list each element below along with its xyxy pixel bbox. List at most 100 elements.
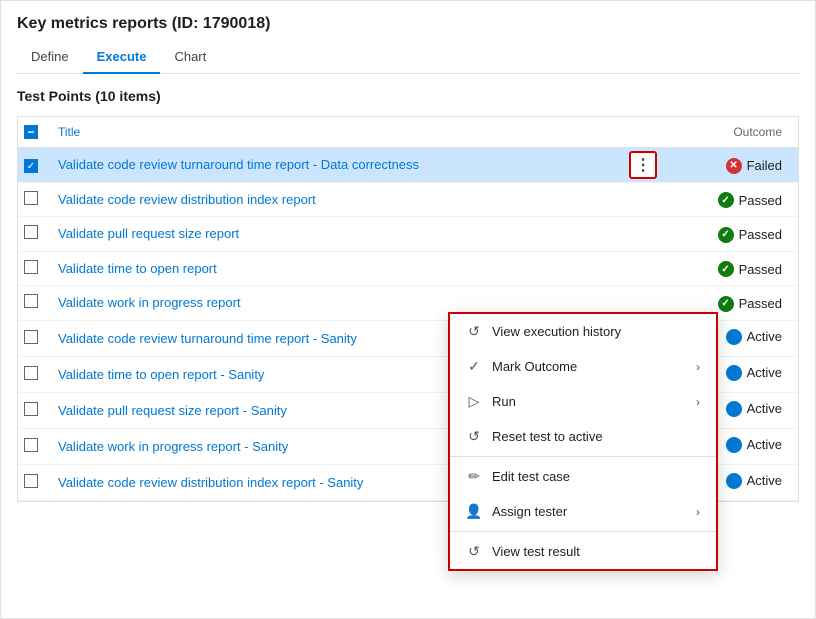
- test-points-table-wrapper: Title Outcome Validate code review turna…: [17, 116, 799, 502]
- outcome-icon: [726, 365, 742, 381]
- outcome-badge: ✓ Passed: [718, 192, 782, 208]
- row-checkbox-cell: [18, 286, 48, 321]
- menu-label-mark-outcome: Mark Outcome: [492, 359, 577, 374]
- row-checkbox[interactable]: [24, 225, 38, 239]
- menu-item-view-result[interactable]: ↺ View test result: [450, 534, 716, 569]
- row-checkbox[interactable]: [24, 330, 38, 344]
- menu-item-run[interactable]: ▷ Run ›: [450, 384, 716, 419]
- table-header-row: Title Outcome: [18, 117, 798, 148]
- row-title[interactable]: Validate pull request size report: [58, 226, 239, 241]
- row-outcome-cell: ✓ Passed: [661, 182, 798, 217]
- outcome-icon: [726, 437, 742, 453]
- row-more-cell: [625, 182, 661, 217]
- check-icon: ✓: [466, 358, 482, 375]
- history-icon: ↺: [466, 323, 482, 340]
- tab-execute[interactable]: Execute: [83, 41, 161, 74]
- row-checkbox[interactable]: [24, 474, 38, 488]
- outcome-label: Failed: [747, 158, 782, 173]
- row-title[interactable]: Validate code review distribution index …: [58, 475, 363, 490]
- menu-item-view-history[interactable]: ↺ View execution history: [450, 314, 716, 349]
- reset-icon: ↺: [466, 428, 482, 445]
- outcome-icon: ✕: [726, 158, 742, 174]
- row-checkbox[interactable]: [24, 294, 38, 308]
- menu-item-assign[interactable]: 👤 Assign tester ›: [450, 494, 716, 529]
- row-more-cell: [625, 217, 661, 252]
- row-title[interactable]: Validate time to open report - Sanity: [58, 367, 264, 382]
- row-title-cell: Validate pull request size report: [48, 217, 625, 252]
- section-title: Test Points (10 items): [17, 88, 799, 104]
- select-all-header[interactable]: [18, 117, 48, 148]
- menu-divider-2: [450, 531, 716, 532]
- outcome-icon: [726, 329, 742, 345]
- context-menu: ↺ View execution history ✓ Mark Outcome …: [448, 312, 718, 571]
- row-checkbox-cell: [18, 251, 48, 286]
- menu-label-run: Run: [492, 394, 516, 409]
- outcome-label: Active: [747, 437, 782, 452]
- outcome-label: Passed: [739, 193, 782, 208]
- outcome-icon: ✓: [718, 192, 734, 208]
- outcome-badge: Active: [726, 473, 782, 489]
- play-icon: ▷: [466, 393, 482, 410]
- row-checkbox-cell: [18, 464, 48, 500]
- row-checkbox[interactable]: [24, 438, 38, 452]
- row-checkbox-cell: [18, 428, 48, 464]
- page-header: Key metrics reports (ID: 1790018) Define…: [1, 1, 815, 74]
- outcome-label: Active: [747, 329, 782, 344]
- tab-define[interactable]: Define: [17, 41, 83, 74]
- chevron-right-assign-icon: ›: [696, 505, 700, 519]
- select-all-checkbox[interactable]: [24, 125, 38, 139]
- row-checkbox-cell: [18, 217, 48, 252]
- table-row: Validate pull request size report ✓Passed: [18, 217, 798, 252]
- page-title: Key metrics reports (ID: 1790018): [17, 15, 799, 33]
- outcome-badge: ✓Passed: [718, 227, 782, 243]
- row-title-cell: Validate code review distribution index …: [48, 182, 625, 217]
- person-icon: 👤: [466, 503, 482, 520]
- menu-label-edit: Edit test case: [492, 469, 570, 484]
- edit-icon: ✏: [466, 468, 482, 485]
- tabs: Define Execute Chart: [17, 41, 799, 74]
- row-checkbox[interactable]: [24, 402, 38, 416]
- title-column-header: Title: [48, 117, 625, 148]
- row-title[interactable]: Validate time to open report: [58, 261, 217, 276]
- menu-item-mark-outcome[interactable]: ✓ Mark Outcome ›: [450, 349, 716, 384]
- row-outcome-cell: ✓Passed: [661, 251, 798, 286]
- page-container: Key metrics reports (ID: 1790018) Define…: [1, 1, 815, 516]
- outcome-label: Passed: [739, 296, 782, 311]
- row-title[interactable]: Validate code review turnaround time rep…: [58, 157, 419, 172]
- menu-item-reset[interactable]: ↺ Reset test to active: [450, 419, 716, 454]
- row-checkbox-cell: [18, 320, 48, 356]
- table-row: Validate time to open report ✓Passed: [18, 251, 798, 286]
- outcome-icon: ✓: [718, 296, 734, 312]
- more-actions-button[interactable]: ⋮: [629, 151, 657, 179]
- menu-divider-1: [450, 456, 716, 457]
- main-content: Test Points (10 items) Title Outcome: [1, 74, 815, 516]
- row-more-cell: [625, 251, 661, 286]
- outcome-label: Passed: [739, 227, 782, 242]
- menu-label-view-history: View execution history: [492, 324, 621, 339]
- row-title[interactable]: Validate pull request size report - Sani…: [58, 403, 287, 418]
- outcome-label: Active: [747, 365, 782, 380]
- row-checkbox-cell: [18, 392, 48, 428]
- row-checkbox[interactable]: [24, 191, 38, 205]
- row-checkbox[interactable]: [24, 159, 38, 173]
- outcome-badge: Active: [726, 329, 782, 345]
- row-title[interactable]: Validate code review turnaround time rep…: [58, 331, 357, 346]
- menu-label-view-result: View test result: [492, 544, 580, 559]
- row-checkbox[interactable]: [24, 366, 38, 380]
- result-icon: ↺: [466, 543, 482, 560]
- row-title[interactable]: Validate code review distribution index …: [58, 192, 316, 207]
- tab-chart[interactable]: Chart: [160, 41, 220, 74]
- outcome-badge: ✕ Failed: [726, 158, 782, 174]
- row-checkbox[interactable]: [24, 260, 38, 274]
- outcome-icon: ✓: [718, 261, 734, 277]
- outcome-badge: ✓Passed: [718, 261, 782, 277]
- row-title[interactable]: Validate work in progress report: [58, 295, 241, 310]
- outcome-badge: Active: [726, 365, 782, 381]
- row-more-cell: ⋮: [625, 148, 661, 183]
- menu-label-assign: Assign tester: [492, 504, 567, 519]
- outcome-icon: [726, 401, 742, 417]
- row-title[interactable]: Validate work in progress report - Sanit…: [58, 439, 288, 454]
- menu-item-edit[interactable]: ✏ Edit test case: [450, 459, 716, 494]
- outcome-badge: Active: [726, 437, 782, 453]
- chevron-right-run-icon: ›: [696, 395, 700, 409]
